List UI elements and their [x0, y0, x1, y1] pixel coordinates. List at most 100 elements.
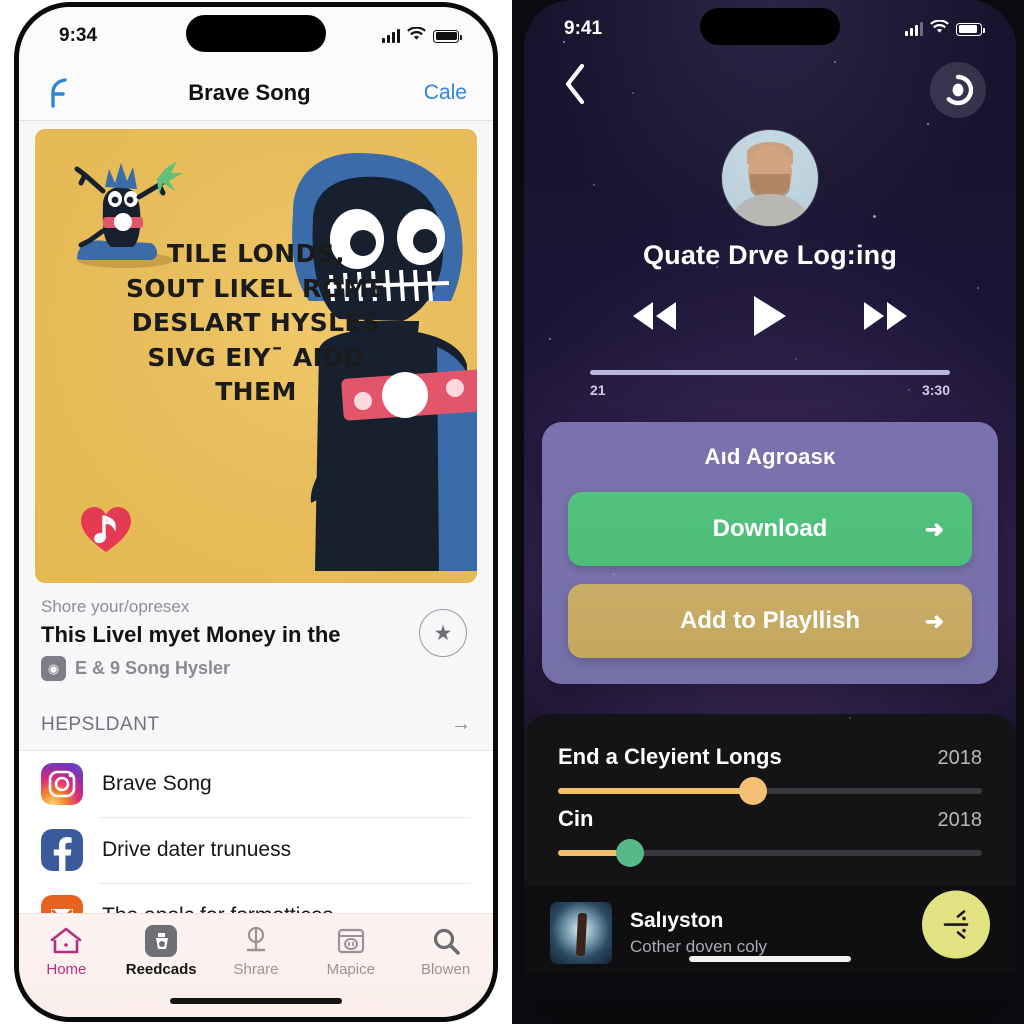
facebook-icon: [41, 829, 83, 872]
slider-row: End a Cleyient Longs 2018: [558, 744, 983, 805]
home-indicator: [170, 998, 342, 1004]
quote-line: TILE LONDS,: [167, 239, 345, 268]
slider-track[interactable]: [558, 839, 982, 867]
tab-label: Home: [46, 961, 87, 978]
rewind-icon[interactable]: [628, 298, 680, 339]
progress-bar[interactable]: 21 3:30: [590, 370, 950, 398]
star-icon[interactable]: ★: [419, 609, 467, 657]
dynamic-island: [186, 15, 326, 52]
tab-blowen[interactable]: Blowen: [400, 924, 492, 978]
tab-reedcads[interactable]: Reedcads: [115, 924, 207, 978]
microphone-icon: [210, 924, 302, 958]
arrow-right-icon: ➜: [924, 607, 944, 634]
section-label: HEPSLDANT: [41, 713, 160, 735]
search-icon: [400, 924, 492, 958]
tab-label: Shrare: [233, 961, 279, 978]
wifi-icon: [407, 26, 426, 45]
back-arrow-icon[interactable]: [45, 77, 75, 109]
battery-icon: [956, 22, 985, 36]
tab-label: Mapice: [326, 961, 375, 978]
hero-card[interactable]: TILE LONDS, SOUT LIKEL ROME DESLART HYSL…: [35, 129, 477, 583]
download-button-label: Download: [712, 515, 828, 542]
home-icon: [20, 924, 112, 958]
tab-shrare[interactable]: Shrare: [210, 924, 302, 978]
tab-bar: Home Reedcads Shrare Mapice Blowen: [19, 913, 493, 1017]
now-playing-bar[interactable]: Salıyston Cother doven coly: [524, 886, 1016, 974]
add-to-playlist-button-label: Add to Playllish: [679, 607, 861, 634]
status-time: 9:41: [564, 18, 603, 39]
slider-track[interactable]: [558, 777, 982, 805]
tab-label: Reedcads: [125, 961, 197, 978]
add-to-playlist-button[interactable]: Add to Playllish ➜: [568, 584, 972, 658]
list-item[interactable]: Drive dater trunuess: [41, 817, 493, 883]
sparkle-icon[interactable]: [922, 890, 990, 959]
action-panel: Aıd Agroasĸ Download ➜ Add to Playllish …: [542, 422, 998, 684]
quote-line: THEM: [215, 377, 297, 406]
tab-label: Blowen: [420, 961, 471, 978]
left-phone-mockup: 9:34 Brave Song Cale TILE LONDS, SOUT LI…: [0, 0, 512, 1024]
wifi-icon: [930, 19, 949, 38]
eye-badge-icon: ◉: [41, 656, 66, 682]
heart-music-note-icon: [81, 507, 131, 552]
fast-forward-icon[interactable]: [860, 298, 912, 339]
divider: [99, 817, 471, 819]
slider-value: 2018: [937, 809, 983, 831]
status-bar: 9:34: [19, 7, 493, 65]
meta-subtitle-row: ◉ E & 9 Song Hysler: [41, 656, 471, 682]
quote-line: DESLART HYSLES: [131, 308, 381, 337]
chevron-left-icon[interactable]: [554, 62, 588, 113]
camera-lens-icon[interactable]: [930, 62, 986, 118]
tab-home[interactable]: Home: [20, 924, 112, 978]
play-icon[interactable]: [750, 293, 790, 344]
progress-track: [590, 370, 950, 375]
now-playing-title: Salıyston: [630, 909, 724, 932]
action-panel-title: Aıd Agroasĸ: [704, 444, 836, 469]
meta-title: This Livel myet Money in the: [41, 622, 341, 647]
sliders-section: End a Cleyient Longs 2018 Cin 2018: [524, 714, 1016, 886]
player-header: Quate Drve Log:ing 21 3:30: [524, 58, 1016, 398]
elapsed-time: 21: [590, 382, 606, 398]
divider: [99, 883, 471, 885]
slider-label: End a Cleyient Longs: [558, 744, 782, 769]
chevron-right-icon: →: [451, 713, 471, 736]
slider-knob[interactable]: [739, 777, 768, 805]
meta-subtitle: E & 9 Song Hysler: [75, 658, 231, 679]
now-playing-subtitle: Cother doven coly: [630, 937, 768, 956]
user-avatar: [722, 130, 818, 226]
arrow-right-icon: ➜: [924, 515, 944, 542]
duration-time: 3:30: [921, 382, 950, 398]
dynamic-island: [700, 8, 840, 45]
cellular-bars-icon: [905, 21, 923, 36]
slider-row: Cin 2018: [558, 806, 983, 867]
tab-mapice[interactable]: Mapice: [305, 924, 397, 978]
section-header-row[interactable]: HEPSLDANT →: [19, 701, 493, 752]
meta-kicker: Shore your/opresex: [41, 597, 190, 616]
reeds-icon: [115, 924, 207, 958]
player-controls: [554, 293, 986, 344]
map-icon: [305, 924, 397, 958]
right-phone-mockup: 9:41 Quate Drve Log:ing 21 3:30 Aıd Agro…: [512, 0, 1024, 1024]
download-button[interactable]: Download ➜: [568, 492, 972, 566]
instagram-icon: [41, 763, 83, 806]
slider-knob[interactable]: [616, 839, 645, 867]
slider-value: 2018: [937, 747, 983, 769]
cellular-bars-icon: [382, 28, 400, 43]
list-item-label: Brave Song: [102, 772, 212, 796]
nav-action-button[interactable]: Cale: [424, 81, 467, 105]
quote-line: SIVG EIY¯ AIDD: [147, 342, 365, 372]
hero-quote: TILE LONDS, SOUT LIKEL ROME DESLART HYSL…: [35, 237, 477, 410]
list-item-label: Drive dater trunuess: [102, 838, 292, 862]
navigation-bar: Brave Song Cale: [19, 65, 493, 121]
quote-line: SOUT LIKEL ROME: [125, 273, 387, 303]
hero-card-wrapper: TILE LONDS, SOUT LIKEL ROME DESLART HYSL…: [19, 121, 493, 583]
meta-section: Shore your/opresex This Livel myet Money…: [19, 583, 493, 688]
player-title: Quate Drve Log:ing: [642, 240, 898, 270]
battery-icon: [433, 29, 462, 43]
list-item[interactable]: Brave Song: [41, 751, 493, 817]
album-art: [550, 902, 612, 964]
status-bar: 9:41: [524, 0, 1016, 58]
slider-label: Cin: [558, 806, 594, 831]
status-time: 9:34: [59, 25, 98, 46]
home-indicator: [689, 956, 851, 962]
page-title: Brave Song: [188, 79, 311, 105]
